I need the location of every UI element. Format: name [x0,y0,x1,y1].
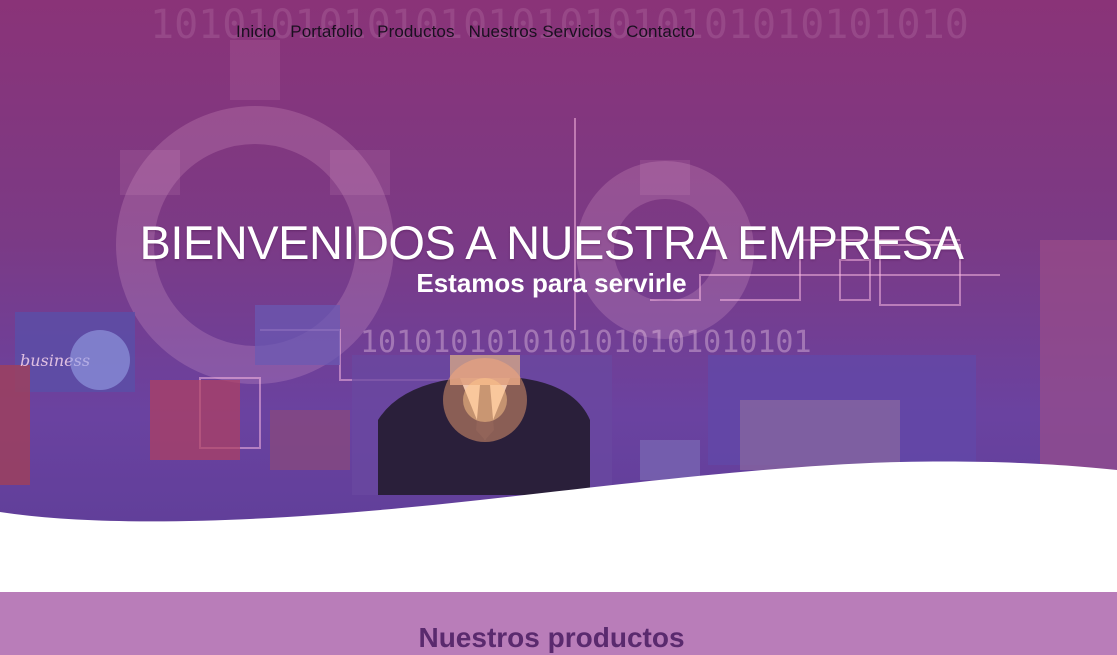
nav-link-productos[interactable]: Productos [370,20,461,44]
products-section-title: Nuestros productos [418,622,685,653]
hero-banner: 1010101010101010101010101010101010 10101… [0,0,1117,592]
hero-subtitle: Estamos para servirle [416,268,687,298]
nav-link-nuestros-servicios[interactable]: Nuestros Servicios [462,20,620,44]
nav-link-portafolio[interactable]: Portafolio [283,20,370,44]
svg-text:1010101010101010101010101: 1010101010101010101010101 [360,325,812,360]
hero-title: BIENVENIDOS A NUESTRA EMPRESA [139,216,964,269]
nav-link-contacto[interactable]: Contacto [619,20,702,44]
main-navigation: Inicio Portafolio Productos Nuestros Ser… [236,20,702,44]
nav-link-inicio[interactable]: Inicio [236,20,283,44]
